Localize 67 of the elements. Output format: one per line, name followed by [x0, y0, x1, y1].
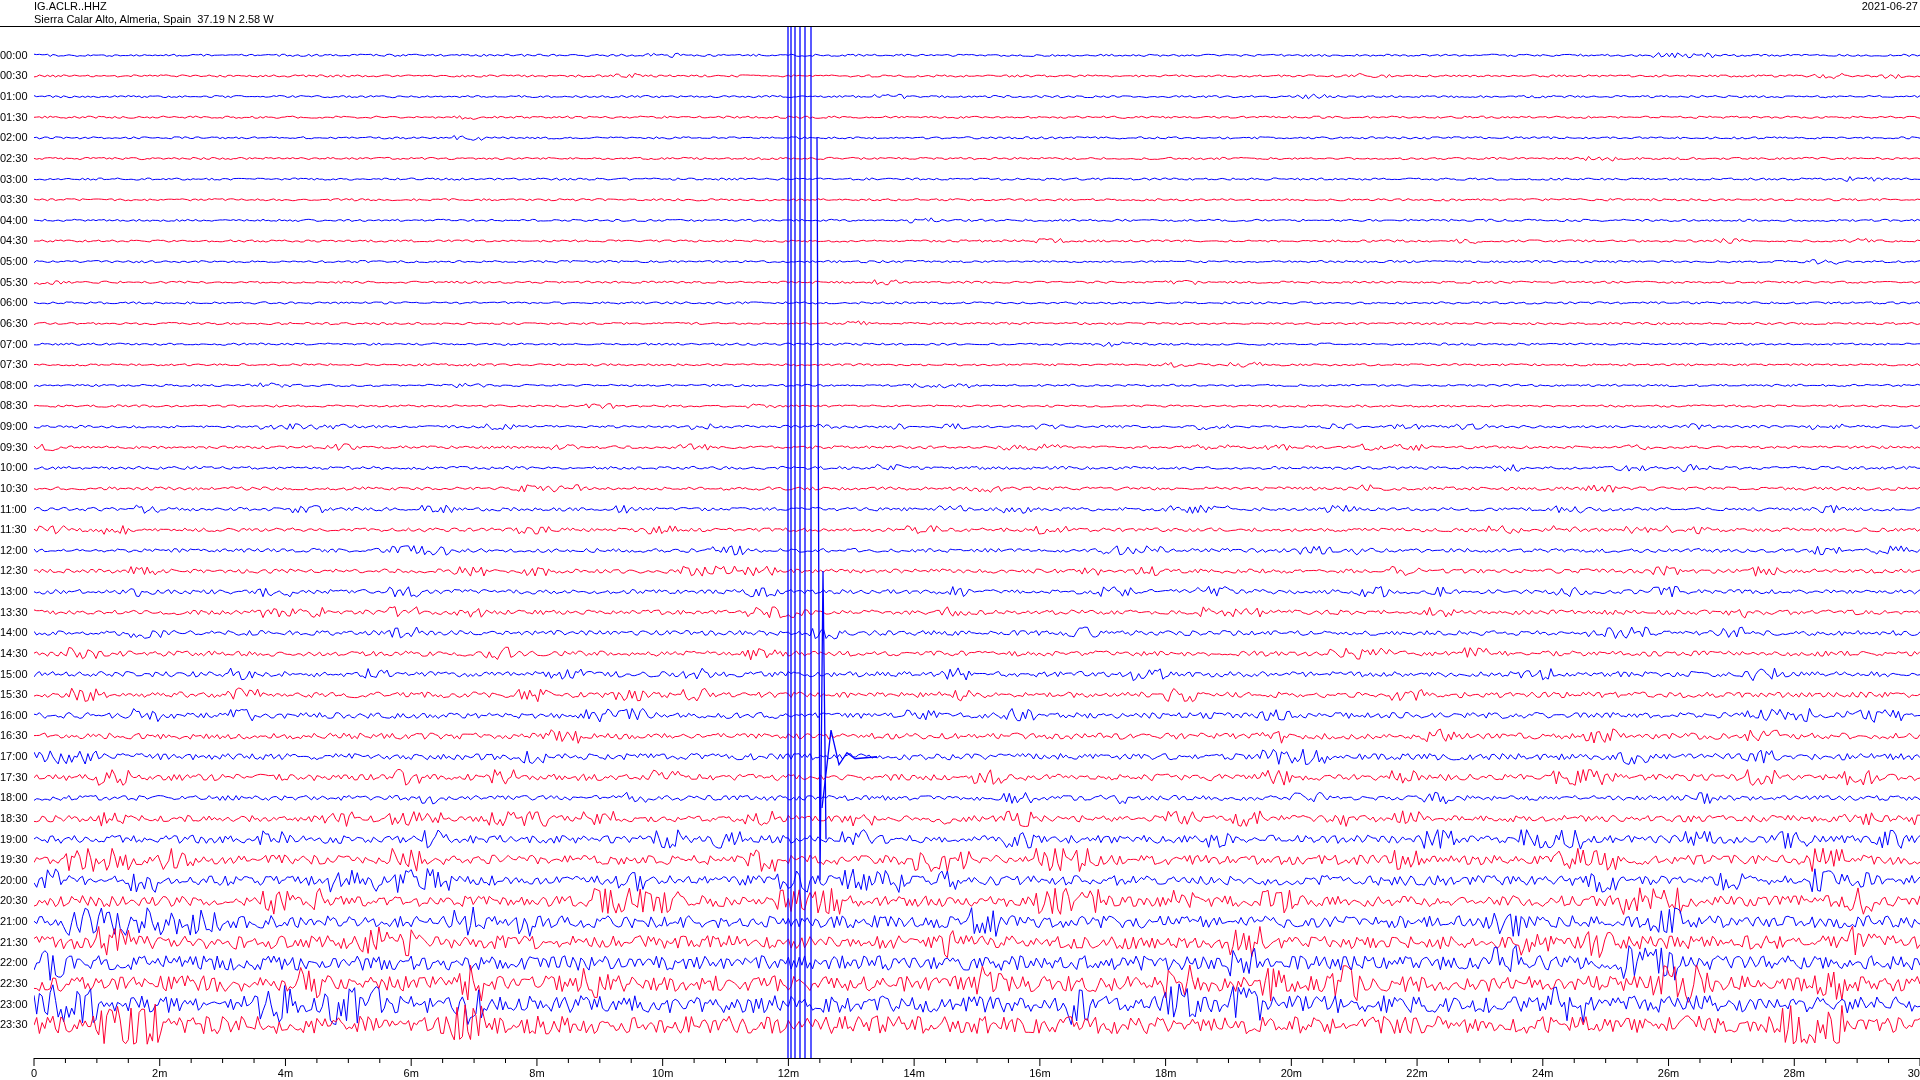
row-time-label: 10:30 — [0, 482, 28, 494]
row-time-label: 01:00 — [0, 91, 28, 103]
row-time-label: 11:00 — [0, 503, 27, 515]
row-time-label: 00:00 — [0, 49, 28, 61]
time-tick-label: 4m — [277, 1067, 294, 1080]
station-location: Sierra Calar Alto, Almeria, Spain 37.19 N 2.58 W — [34, 13, 274, 26]
row-time-label: 16:00 — [0, 709, 28, 721]
row-time-label: 21:30 — [0, 936, 28, 948]
row-time-label: 17:30 — [0, 771, 28, 783]
row-time-label: 09:30 — [0, 441, 28, 453]
time-tick-label: 14m — [903, 1067, 925, 1080]
row-time-label: 20:30 — [0, 895, 28, 907]
row-time-label: 09:00 — [0, 421, 28, 433]
row-time-label: 10:00 — [0, 462, 28, 474]
row-time-label: 08:00 — [0, 379, 28, 391]
row-time-label: 17:00 — [0, 751, 28, 763]
time-tick-label: 22m — [1406, 1067, 1428, 1080]
row-time-label: 14:30 — [0, 647, 28, 659]
row-time-label: 21:00 — [0, 916, 28, 928]
row-time-label: 22:30 — [0, 977, 28, 989]
row-time-label: 00:30 — [0, 70, 28, 82]
row-time-label: 15:00 — [0, 668, 28, 680]
station-code: IG.ACLR..HHZ — [34, 0, 108, 13]
row-time-label: 12:00 — [0, 544, 28, 556]
row-time-label: 08:30 — [0, 400, 28, 412]
row-time-label: 02:30 — [0, 152, 28, 164]
time-tick-label: 8m — [529, 1067, 545, 1080]
time-tick-label: 16m — [1029, 1067, 1051, 1080]
row-time-label: 18:30 — [0, 812, 28, 824]
row-time-label: 23:00 — [0, 998, 28, 1010]
row-time-label: 06:30 — [0, 317, 28, 329]
row-time-label: 16:30 — [0, 730, 28, 742]
row-time-label: 15:30 — [0, 689, 28, 701]
row-time-label: 05:30 — [0, 276, 28, 288]
time-tick-label: 20m — [1280, 1067, 1303, 1080]
time-tick-label: 12m — [777, 1067, 800, 1080]
row-time-label: 13:30 — [0, 606, 28, 618]
time-tick-label: 0 — [30, 1067, 38, 1080]
row-time-label: 11:30 — [0, 524, 27, 536]
row-time-label: 19:00 — [0, 833, 28, 845]
row-time-label: 20:00 — [0, 874, 28, 886]
row-time-label: 05:00 — [0, 256, 28, 268]
row-time-label: 18:00 — [0, 792, 28, 804]
row-time-label: 02:00 — [0, 132, 28, 144]
row-time-label: 23:30 — [0, 1019, 28, 1031]
row-time-label: 19:30 — [0, 854, 28, 866]
plot-date: 2021-06-27 — [1861, 0, 1918, 14]
time-tick-label: 10m — [651, 1067, 674, 1080]
row-time-label: 04:00 — [0, 214, 28, 226]
row-time-label: 04:30 — [0, 235, 28, 247]
time-tick-label: 26m — [1657, 1067, 1680, 1080]
row-time-label: 06:00 — [0, 297, 28, 309]
row-time-label: 14:00 — [0, 627, 28, 639]
row-time-label: 07:30 — [0, 359, 28, 371]
time-tick-label: 28m — [1783, 1067, 1805, 1080]
row-time-label: 01:30 — [0, 111, 28, 123]
time-tick-label: 2m — [152, 1067, 168, 1080]
time-tick-label: 18m — [1154, 1067, 1177, 1080]
row-time-label: 07:00 — [0, 338, 28, 350]
time-tick-label: 30 — [1907, 1067, 1920, 1080]
row-time-label: 03:00 — [0, 173, 28, 185]
time-tick-label: 6m — [403, 1067, 419, 1080]
time-tick-label: 24m — [1532, 1067, 1554, 1080]
row-time-label: 22:00 — [0, 957, 28, 969]
row-time-label: 03:30 — [0, 194, 28, 206]
row-time-label: 13:00 — [0, 586, 28, 598]
row-time-label: 12:30 — [0, 565, 28, 577]
